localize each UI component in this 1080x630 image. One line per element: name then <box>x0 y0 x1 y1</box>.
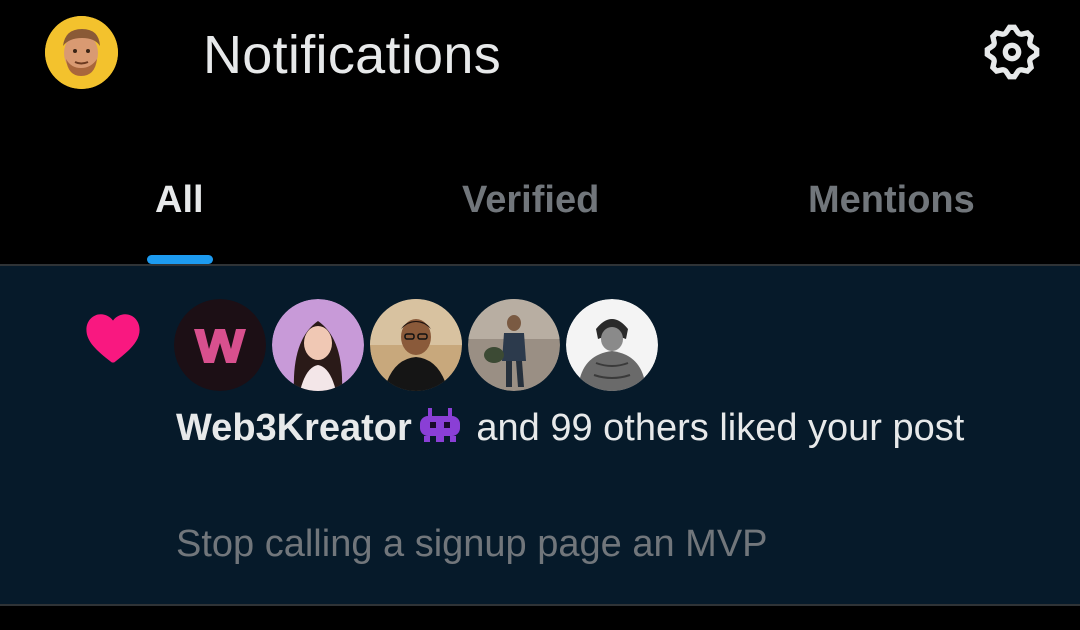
heart-icon <box>84 310 142 364</box>
purple-alien-monster-icon <box>418 404 462 461</box>
post-preview[interactable]: Stop calling a signup page an MVP <box>176 518 768 570</box>
web3kreator-avatar[interactable] <box>174 299 266 391</box>
tab-bar: All Verified Mentions <box>0 112 1080 264</box>
man-glasses-avatar[interactable] <box>370 299 462 391</box>
tab-all[interactable]: All <box>155 176 204 224</box>
actor-name[interactable]: Web3Kreator <box>176 407 412 449</box>
gear-icon[interactable] <box>980 20 1044 84</box>
divider <box>0 604 1080 630</box>
notification-item[interactable]: Web3Kreator and 99 others liked your pos… <box>0 266 1080 604</box>
active-tab-indicator <box>147 255 213 264</box>
notification-text: Web3Kreator and 99 others liked your pos… <box>176 400 1036 461</box>
action-text: and 99 others liked your post <box>465 407 965 449</box>
tab-verified[interactable]: Verified <box>462 176 599 224</box>
anime-fighter-avatar[interactable] <box>566 299 658 391</box>
page-title: Notifications <box>203 25 502 85</box>
woman-avatar[interactable] <box>272 299 364 391</box>
tab-mentions[interactable]: Mentions <box>808 176 975 224</box>
top-app-bar: Notifications <box>0 0 1080 112</box>
user-avatar-icon[interactable] <box>45 16 118 89</box>
man-walking-avatar[interactable] <box>468 299 560 391</box>
